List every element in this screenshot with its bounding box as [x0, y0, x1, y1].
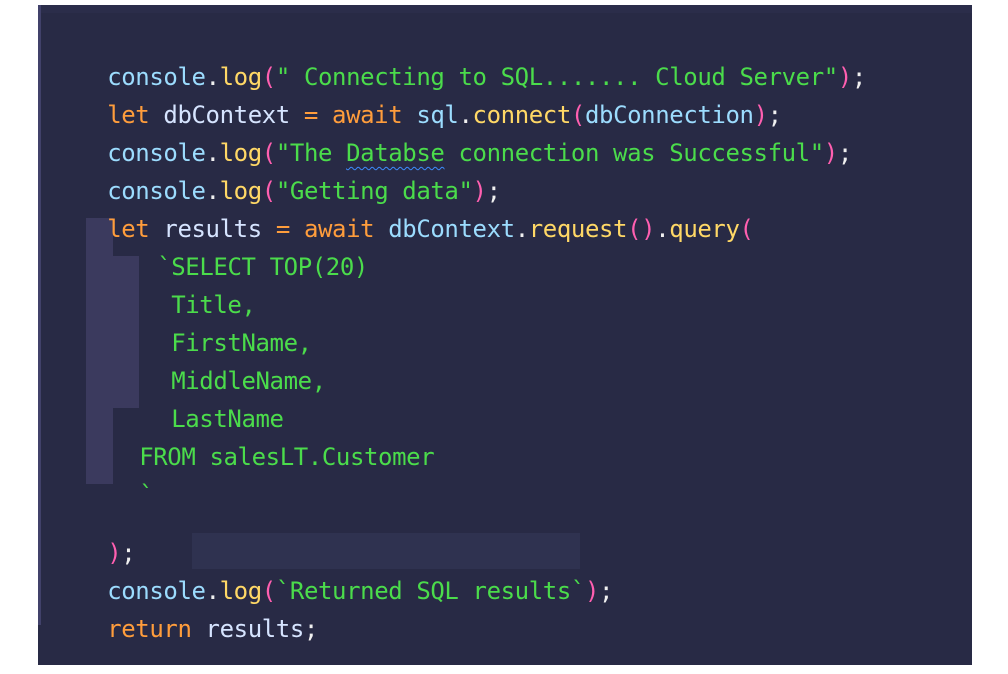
- token-template-string: `: [139, 481, 154, 509]
- token-method: query: [669, 215, 740, 243]
- token-dot: .: [655, 215, 670, 243]
- token-string: connection was Successful": [444, 139, 825, 167]
- code-line-2[interactable]: let dbContext = await sql.connect(dbConn…: [51, 58, 782, 129]
- token-paren-close: ): [584, 577, 599, 605]
- token-return: return: [107, 615, 192, 643]
- code-editor[interactable]: console.log(" Connecting to SQL....... C…: [38, 5, 972, 665]
- code-line-6[interactable]: `SELECT TOP(20): [101, 210, 368, 281]
- code-line-12[interactable]: `: [83, 438, 153, 509]
- code-line-8[interactable]: FirstName,: [115, 286, 312, 357]
- token-semicolon: ;: [837, 139, 852, 167]
- code-line-14[interactable]: );: [51, 496, 136, 567]
- token-paren-close: ): [823, 139, 838, 167]
- code-line-10[interactable]: LastName: [115, 362, 284, 433]
- token-template-string: `Returned SQL results`: [275, 577, 585, 605]
- code-line-9[interactable]: MiddleName,: [115, 324, 326, 395]
- token-semicolon: ;: [851, 63, 866, 91]
- token-template-string: FROM salesLT.Customer: [139, 443, 435, 471]
- token-semicolon: ;: [303, 615, 318, 643]
- code-line-3[interactable]: console.log("The Databse connection was …: [51, 96, 852, 167]
- token-parens: (): [627, 215, 656, 243]
- code-line-5[interactable]: let results = await dbContext.request().…: [51, 172, 754, 243]
- code-line-15[interactable]: console.log(`Returned SQL results`);: [51, 534, 613, 605]
- token-identifier: dbContext: [374, 215, 515, 243]
- token-dot: .: [514, 215, 529, 243]
- token-identifier: results: [191, 615, 305, 643]
- code-line-16[interactable]: return results;: [51, 572, 318, 643]
- token-method: request: [528, 215, 628, 243]
- editor-left-gutter-rule: [38, 5, 41, 625]
- code-line-7[interactable]: Title,: [115, 248, 256, 319]
- code-line-1[interactable]: console.log(" Connecting to SQL....... C…: [51, 20, 866, 91]
- code-line-4[interactable]: console.log("Getting data");: [51, 134, 501, 205]
- code-line-11[interactable]: FROM salesLT.Customer: [83, 400, 434, 471]
- token-paren-close: ): [837, 63, 852, 91]
- token-semicolon: ;: [599, 577, 614, 605]
- token-paren-open: (: [739, 215, 754, 243]
- editor-top-edge: [38, 5, 972, 13]
